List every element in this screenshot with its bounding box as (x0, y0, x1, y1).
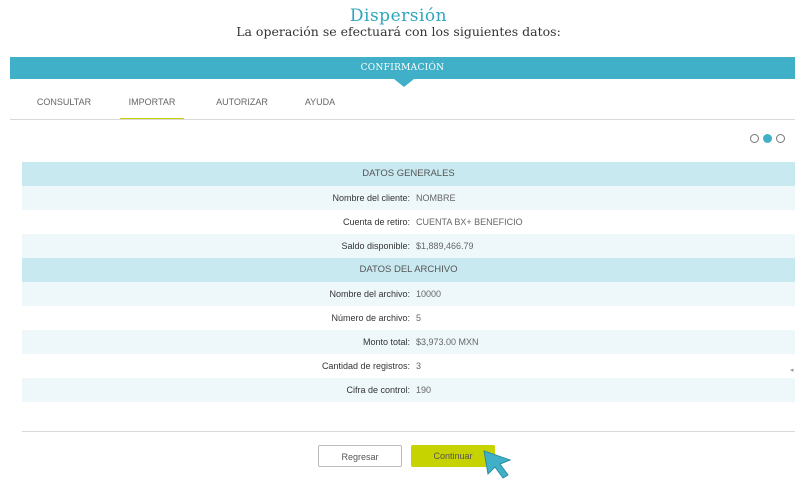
row-label: Monto total: (362, 337, 410, 347)
row-label: Nombre del archivo: (329, 289, 410, 299)
row-value: 190 (416, 385, 432, 395)
tab-bar: CONSULTAR IMPORTAR AUTORIZAR AYUDA (10, 90, 795, 120)
tab-consultar[interactable]: CONSULTAR (32, 90, 96, 118)
tab-label: CONSULTAR (36, 97, 92, 107)
continue-button-label: Continuar (433, 451, 473, 461)
tab-divider (10, 119, 795, 120)
row-value: $3,973.00 MXN (416, 337, 479, 347)
row-value: 5 (416, 313, 422, 323)
tab-label: AUTORIZAR (216, 97, 268, 107)
row-label: Cuenta de retiro: (342, 217, 410, 227)
tab-label: IMPORTAR (128, 97, 176, 107)
row-label: Cifra de control: (346, 385, 410, 395)
tab-autorizar[interactable]: AUTORIZAR (210, 90, 274, 118)
pointer-arrow-icon (483, 450, 512, 479)
section-title: DATOS GENERALES (362, 168, 455, 179)
footer-divider (22, 431, 795, 432)
table-row: Nombre del cliente: NOMBRE (22, 186, 795, 210)
table-row: Cifra de control: 190 (22, 378, 795, 402)
table-row: Cuenta de retiro: CUENTA BX+ BENEFICIO (22, 210, 795, 234)
row-label: Saldo disponible: (341, 241, 410, 251)
scroll-mark-icon: ◂ (790, 367, 794, 374)
banner-arrow-icon (394, 79, 414, 87)
page-subtitle: La operación se efectuará con los siguie… (236, 24, 561, 39)
row-label: Número de archivo: (331, 313, 410, 323)
table-row: Saldo disponible: $1,889,466.79 (22, 234, 795, 258)
section-title: DATOS DEL ARCHIVO (359, 264, 458, 275)
section-header-file: DATOS DEL ARCHIVO (22, 258, 795, 282)
confirmation-table: DATOS GENERALES Nombre del cliente: NOMB… (22, 162, 795, 402)
back-button[interactable]: Regresar (318, 445, 402, 467)
step-dot-icon (750, 134, 759, 143)
tab-importar[interactable]: IMPORTAR (120, 90, 184, 120)
tab-label: AYUDA (304, 97, 336, 107)
back-button-label: Regresar (341, 452, 379, 462)
confirmation-banner: CONFIRMACIÓN (10, 57, 795, 79)
table-row: Nombre del archivo: 10000 (22, 282, 795, 306)
row-value: 10000 (416, 289, 442, 299)
table-row: Monto total: $3,973.00 MXN (22, 330, 795, 354)
tab-ayuda[interactable]: AYUDA (295, 90, 345, 118)
step-dot-current-icon (763, 134, 772, 143)
row-value: $1,889,466.79 (416, 241, 474, 251)
banner-label: CONFIRMACIÓN (360, 63, 445, 73)
row-label: Nombre del cliente: (332, 193, 410, 203)
page-title: Dispersión (349, 6, 448, 26)
row-value: CUENTA BX+ BENEFICIO (416, 217, 523, 227)
table-row: Cantidad de registros: 3 (22, 354, 795, 378)
step-dot-icon (776, 134, 785, 143)
section-header-general: DATOS GENERALES (22, 162, 795, 186)
row-value: 3 (416, 361, 422, 371)
row-label: Cantidad de registros: (321, 361, 410, 371)
table-row: Número de archivo: 5 (22, 306, 795, 330)
row-value: NOMBRE (416, 193, 456, 203)
